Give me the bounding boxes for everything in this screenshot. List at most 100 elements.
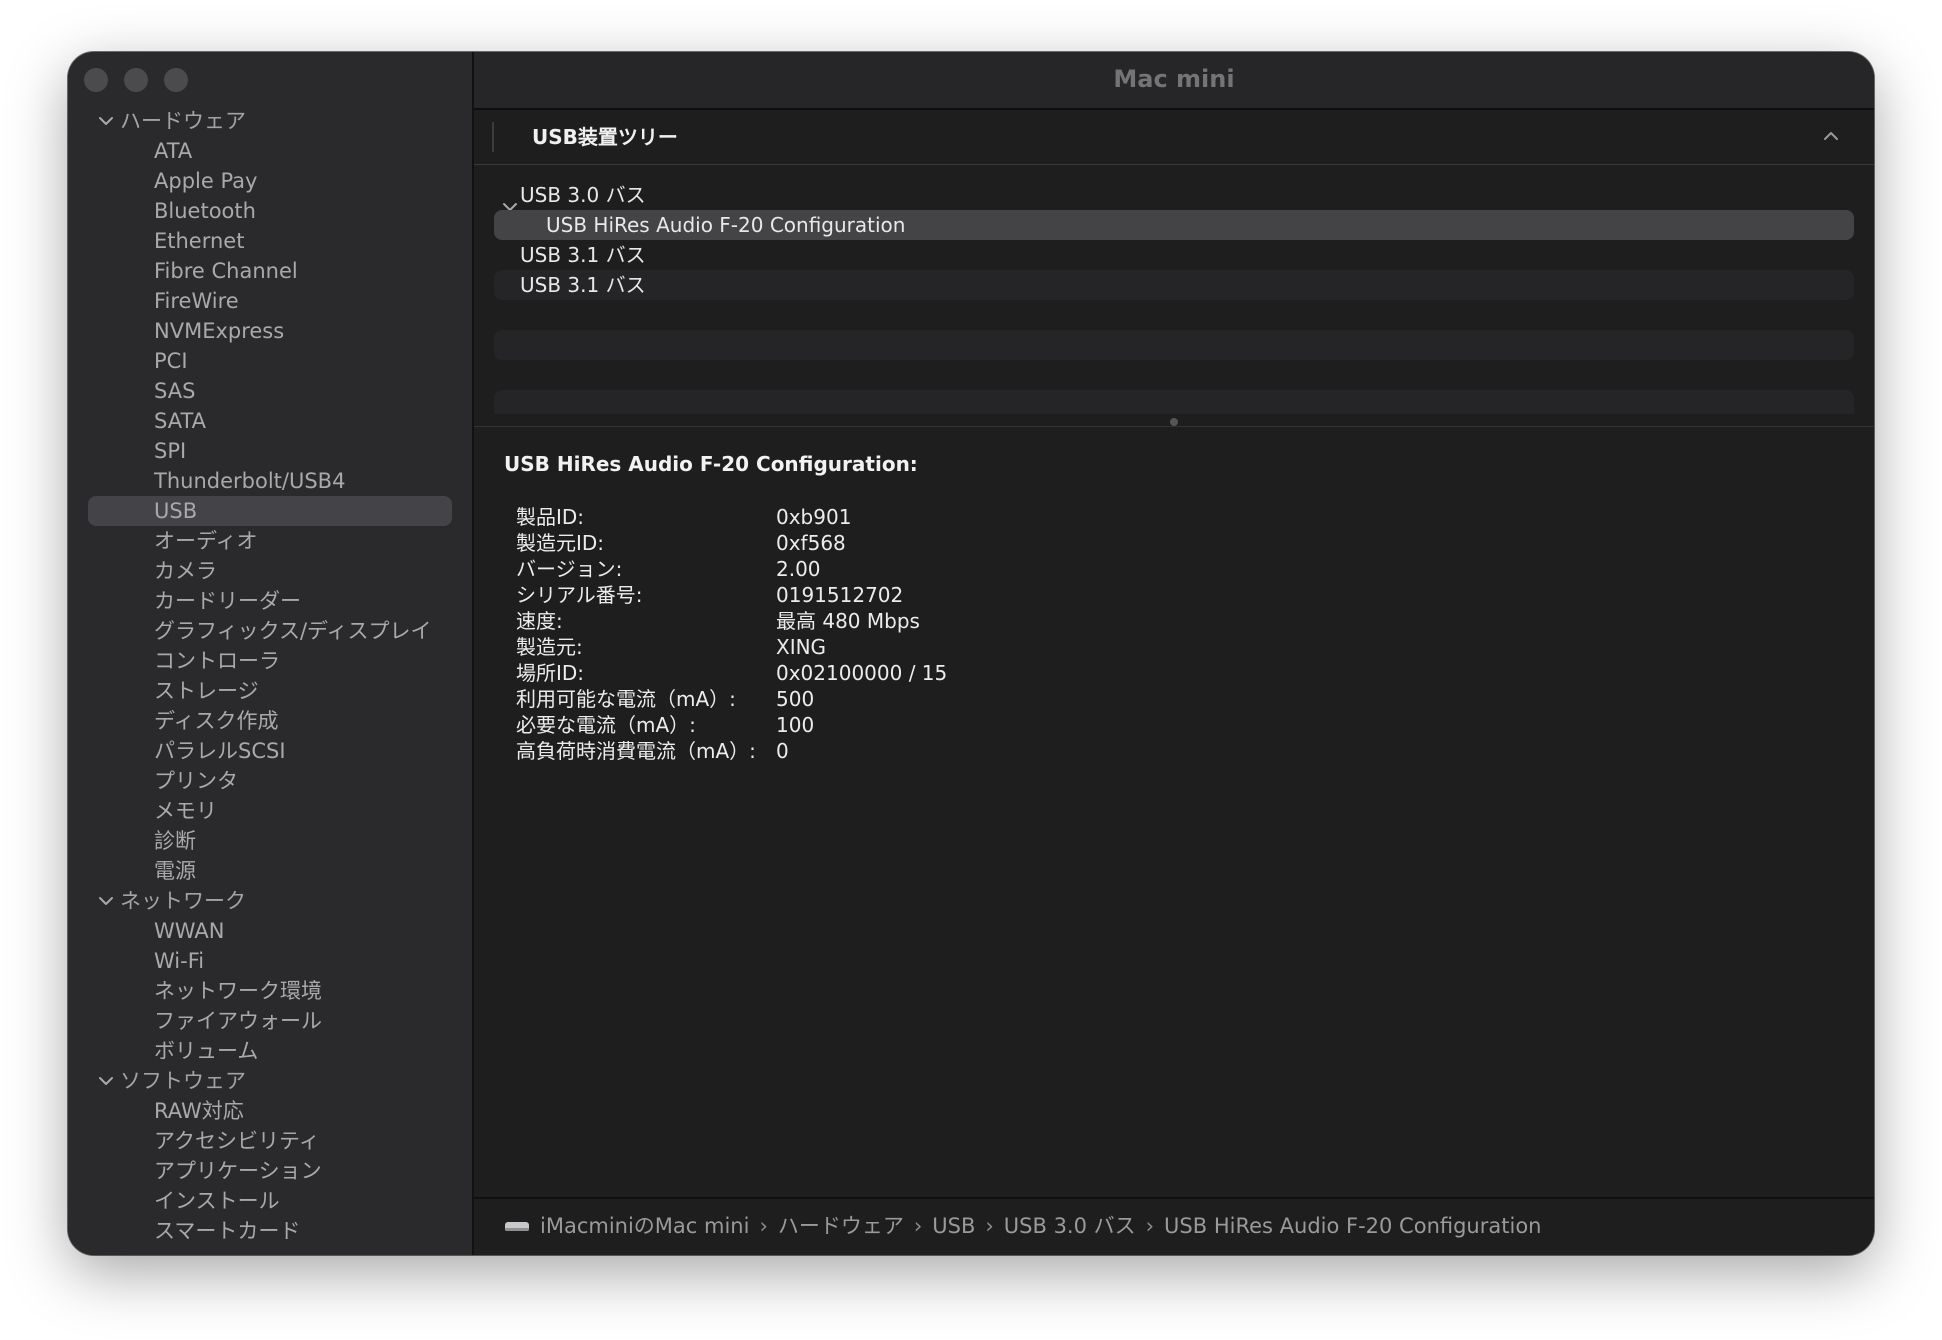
sidebar-section[interactable]: ハードウェア [68,106,472,136]
path-bar: iMacminiのMac mini › ハードウェア › USB › USB 3.0 バス ›… [474,1197,1874,1255]
tree-empty-row [494,360,1854,390]
property-key: 場所ID: [516,661,585,685]
sidebar-item-label: WWAN [154,919,225,943]
sidebar-item[interactable]: ボリューム [68,1036,472,1066]
property-key: 高負荷時消費電流（mA）: [516,739,756,763]
sidebar-item[interactable]: 診断 [68,826,472,856]
sidebar-item[interactable]: WWAN [68,916,472,946]
sidebar-item[interactable]: Wi-Fi [68,946,472,976]
path-segment[interactable]: ハードウェア [778,1199,904,1253]
sidebar-item-label: 電源 [154,859,196,883]
sidebar-item[interactable]: SAS [68,376,472,406]
sidebar-item[interactable]: カメラ [68,556,472,586]
chevron-down-icon[interactable] [98,116,114,126]
chevron-right-icon: › [1145,1214,1155,1238]
column-divider [492,122,494,152]
tree-row[interactable]: USB 3.0 バス [494,180,1854,211]
sidebar-item-label: Thunderbolt/USB4 [154,469,346,493]
sidebar-item-label: アプリケーション [154,1159,322,1183]
sidebar-item[interactable]: コントローラ [68,646,472,676]
sidebar-item[interactable]: NVMExpress [68,316,472,346]
sidebar-item[interactable]: スマートカード [68,1216,472,1246]
sidebar-item[interactable]: カードリーダー [68,586,472,616]
sidebar-item[interactable]: Bluetooth [68,196,472,226]
tree-header: USB装置ツリー [474,110,1874,165]
property-row: バージョン: 2.00 [516,556,1216,582]
chevron-right-icon: › [913,1214,923,1238]
sidebar-item-label: Wi-Fi [154,949,205,973]
sidebar-item[interactable]: アプリケーション [68,1156,472,1186]
sidebar-section[interactable]: ソフトウェア [68,1066,472,1096]
sidebar-item[interactable]: SPI [68,436,472,466]
window-controls [84,68,188,92]
property-value: 0xf568 [776,531,846,555]
sidebar-item[interactable]: オーディオ [68,526,472,556]
sidebar-item[interactable]: パラレルSCSI [68,736,472,766]
property-key: シリアル番号: [516,583,643,607]
sidebar-item[interactable]: ネットワーク環境 [68,976,472,1006]
sidebar-item[interactable]: PCI [68,346,472,376]
tree-row-label: USB 3.1 バス [520,273,646,297]
sidebar-item-label: SPI [154,439,187,463]
sidebar-section-label: ネットワーク [120,889,246,913]
sidebar-item[interactable]: メモリ [68,796,472,826]
sidebar-item-label: カードリーダー [154,589,301,613]
sidebar-item[interactable]: プリンタ [68,766,472,796]
sidebar-section-label: ソフトウェア [120,1069,246,1093]
sidebar-item[interactable]: FireWire [68,286,472,316]
sidebar-item-label: グラフィックス/ディスプレイ [154,619,432,643]
sidebar-item-label: FireWire [154,289,239,313]
property-value: 500 [776,687,815,711]
sidebar-item[interactable]: インストール [68,1186,472,1216]
sidebar-item-label: 診断 [154,829,196,853]
minimize-window-button[interactable] [124,68,148,92]
sidebar-section[interactable]: ネットワーク [68,886,472,916]
sidebar-item-label: ファイアウォール [154,1009,322,1033]
property-row: 製品ID: 0xb901 [516,504,1216,530]
sidebar-item[interactable]: Ethernet [68,226,472,256]
close-window-button[interactable] [84,68,108,92]
path-segment[interactable]: iMacminiのMac mini [540,1199,749,1253]
property-row: 高負荷時消費電流（mA）: 0 [516,738,1216,764]
sidebar-item-label: Apple Pay [154,169,258,193]
sidebar-item[interactable]: RAW対応 [68,1096,472,1126]
property-value: 最高 480 Mbps [776,609,920,633]
path-segment[interactable]: USB HiRes Audio F-20 Configuration [1164,1199,1541,1253]
sidebar-item[interactable]: Apple Pay [68,166,472,196]
path-segment[interactable]: USB [932,1199,975,1253]
property-key: 製造元ID: [516,531,605,555]
sidebar-item-label: Bluetooth [154,199,256,223]
sidebar-item[interactable]: ストレージ [68,676,472,706]
sidebar-item-label: ATA [154,139,193,163]
tree-row-label: USB HiRes Audio F-20 Configuration [546,213,906,237]
sidebar-item[interactable]: SATA [68,406,472,436]
zoom-window-button[interactable] [164,68,188,92]
tree-row[interactable]: USB HiRes Audio F-20 Configuration [494,210,1854,240]
chevron-up-icon[interactable] [1822,130,1840,142]
sidebar-item-label: ボリューム [154,1039,259,1063]
property-value: 100 [776,713,815,737]
sidebar-item[interactable]: ATA [68,136,472,166]
divider-grip-icon[interactable] [1170,418,1178,426]
property-row: 場所ID: 0x02100000 / 15 [516,660,1216,686]
sidebar-item[interactable]: USB [68,496,472,526]
sidebar-item[interactable]: ファイアウォール [68,1006,472,1036]
tree-header-title[interactable]: USB装置ツリー [532,110,678,164]
chevron-down-icon[interactable] [98,1076,114,1086]
sidebar-item[interactable]: アクセシビリティ [68,1126,472,1156]
sidebar-item[interactable]: ディスク作成 [68,706,472,736]
sidebar-item[interactable]: Fibre Channel [68,256,472,286]
property-value: 0x02100000 / 15 [776,661,948,685]
usb-device-tree: USB 3.0 バス USB HiRes Audio F-20 Configura… [494,180,1854,414]
tree-row[interactable]: USB 3.1 バス [494,240,1854,270]
sidebar-item[interactable]: グラフィックス/ディスプレイ [68,616,472,646]
property-value: 0 [776,739,789,763]
tree-row[interactable]: USB 3.1 バス [494,270,1854,300]
split-view-divider[interactable] [474,416,1874,427]
chevron-down-icon[interactable] [98,896,114,906]
sidebar-item-label: ストレージ [154,679,259,703]
path-segment[interactable]: USB 3.0 バス [1004,1199,1136,1253]
sidebar-item[interactable]: 電源 [68,856,472,886]
sidebar-item[interactable]: Thunderbolt/USB4 [68,466,472,496]
sidebar-item-label: RAW対応 [154,1099,244,1123]
